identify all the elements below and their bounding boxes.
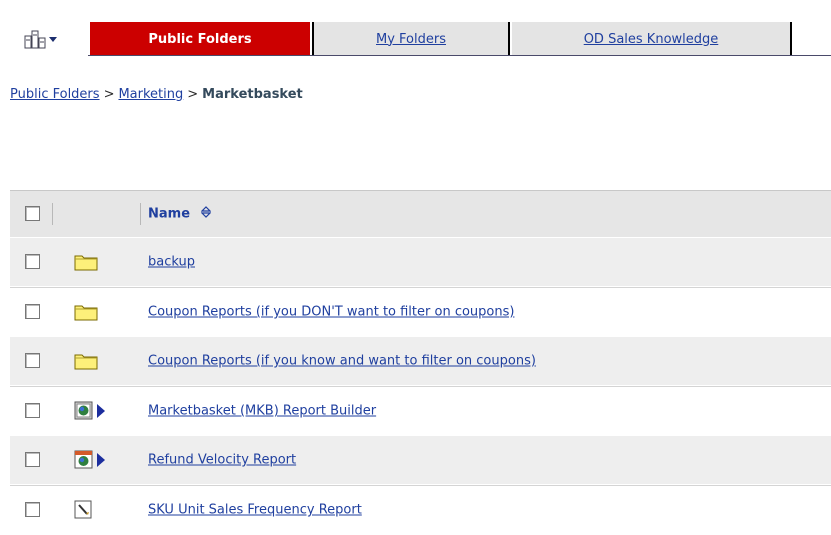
tab-my-folders[interactable]: My Folders [312, 22, 510, 56]
table-row: backup [10, 238, 831, 287]
chevron-down-icon [48, 36, 58, 44]
breadcrumb: Public Folders > Marketing > Marketbasket [10, 87, 303, 102]
views-menu[interactable] [24, 29, 80, 51]
row-checkbox[interactable] [25, 304, 40, 319]
breadcrumb-marketing[interactable]: Marketing [118, 87, 183, 102]
item-link[interactable]: backup [148, 255, 195, 270]
item-link[interactable]: Refund Velocity Report [148, 453, 296, 468]
name-column-header[interactable]: Name [148, 206, 211, 222]
item-link[interactable]: Coupon Reports (if you know and want to … [148, 354, 536, 369]
table-row: SKU Unit Sales Frequency Report [10, 485, 831, 535]
views-menu-icon [24, 30, 46, 50]
column-divider [140, 203, 141, 225]
row-checkbox[interactable] [25, 452, 40, 467]
top-navigation: Public Folders My Folders OD Sales Knowl… [0, 22, 831, 56]
report-view-icon [74, 401, 106, 421]
folder-icon [74, 351, 98, 371]
table-row: Coupon Reports (if you know and want to … [10, 337, 831, 386]
table-row: Refund Velocity Report [10, 436, 831, 485]
breadcrumb-separator: > [187, 87, 199, 102]
breadcrumb-separator: > [103, 87, 115, 102]
name-column-label: Name [148, 206, 191, 222]
breadcrumb-current: Marketbasket [202, 87, 303, 102]
tab-public-folders[interactable]: Public Folders [90, 22, 310, 56]
folder-icon [74, 252, 98, 272]
item-link[interactable]: SKU Unit Sales Frequency Report [148, 503, 362, 518]
table-row: Coupon Reports (if you DON'T want to fil… [10, 287, 831, 337]
table-row: Marketbasket (MKB) Report Builder [10, 386, 831, 436]
report-edit-icon [74, 500, 94, 520]
folder-icon [74, 302, 98, 322]
breadcrumb-public-folders[interactable]: Public Folders [10, 87, 100, 102]
item-link[interactable]: Marketbasket (MKB) Report Builder [148, 404, 376, 419]
column-divider [52, 203, 53, 225]
report-run-icon [74, 450, 106, 470]
row-checkbox[interactable] [25, 502, 40, 517]
row-checkbox[interactable] [25, 254, 40, 269]
item-link[interactable]: Coupon Reports (if you DON'T want to fil… [148, 305, 514, 320]
sort-icon[interactable] [200, 206, 211, 222]
table-header: Name [10, 190, 831, 238]
select-all-checkbox[interactable] [25, 206, 40, 221]
row-checkbox[interactable] [25, 403, 40, 418]
content-list: Name backup Coupon Reports (if you DON'T… [10, 190, 831, 535]
row-checkbox[interactable] [25, 353, 40, 368]
tab-bar-divider [88, 55, 831, 56]
tab-od-sales-knowledge[interactable]: OD Sales Knowledge [512, 22, 792, 56]
